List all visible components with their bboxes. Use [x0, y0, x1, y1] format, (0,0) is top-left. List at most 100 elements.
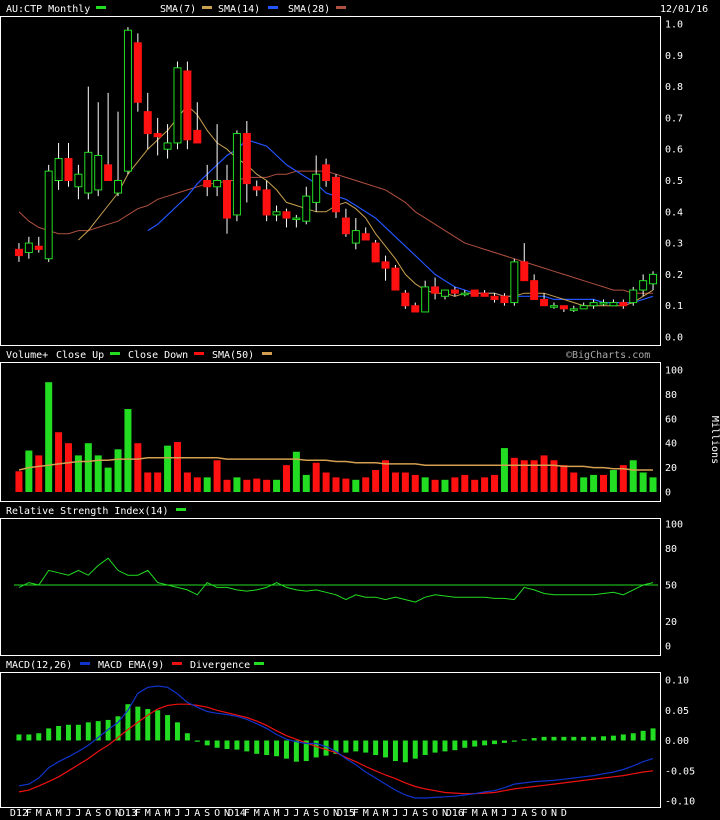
- volume-bar-down: [332, 477, 340, 492]
- candle-down: [282, 211, 291, 219]
- candle-down: [450, 289, 459, 294]
- candle-down: [332, 176, 340, 213]
- volume-bar-up: [273, 479, 281, 492]
- symbol-title: AU:CTP Monthly: [6, 4, 90, 15]
- candle-down: [470, 289, 479, 297]
- x-tick-label: M: [56, 808, 62, 819]
- candle-down: [64, 158, 73, 181]
- volume-bar-up: [590, 474, 598, 492]
- x-tick-label: O: [541, 808, 547, 819]
- divergence-bar: [204, 740, 210, 746]
- candle-up: [163, 142, 172, 150]
- divergence-bar: [254, 740, 260, 754]
- legend-swatch-sma28: [336, 6, 346, 9]
- candle-up: [173, 67, 182, 144]
- candle-up: [114, 180, 123, 194]
- candle-up: [579, 305, 588, 310]
- candle-up: [54, 158, 63, 181]
- x-tick-label: M: [363, 808, 369, 819]
- divergence-bar: [363, 740, 369, 753]
- legend-swatch-vol-sma: [262, 352, 272, 355]
- divergence-bar: [224, 740, 230, 749]
- divergence-bar: [343, 740, 349, 753]
- volume-bar-up: [25, 450, 33, 492]
- divergence-bar: [630, 733, 636, 741]
- volume-bar-down: [322, 472, 330, 492]
- x-tick-label: J: [65, 808, 71, 819]
- divergence-bar: [442, 740, 448, 752]
- candle-down: [252, 186, 261, 191]
- volume-bar-up: [500, 448, 508, 492]
- stock-chart: AU:CTP Monthly SMA(7) SMA(14) SMA(28) 12…: [0, 0, 720, 820]
- x-tick-label: O: [214, 808, 220, 819]
- price-tick-label: 0.1: [665, 301, 683, 312]
- divergence-bar: [601, 736, 607, 741]
- x-tick-label: F: [462, 808, 468, 819]
- x-tick-label: J: [501, 808, 507, 819]
- candle-down: [143, 111, 152, 135]
- divergence-bar: [36, 733, 42, 741]
- volume-bar-down: [223, 479, 231, 492]
- volume-tick-label: 0: [665, 488, 671, 499]
- candle-down: [391, 267, 400, 291]
- rsi-tick-label: 50: [665, 581, 677, 592]
- divergence-bar: [462, 740, 468, 748]
- x-tick-label: J: [293, 808, 299, 819]
- divergence-bar: [492, 740, 498, 745]
- candle-up: [292, 217, 301, 221]
- candle-down: [381, 261, 390, 269]
- x-tick-label: A: [373, 808, 379, 819]
- candle-up: [599, 302, 608, 305]
- x-tick-label: M: [145, 808, 151, 819]
- x-tick-label: J: [174, 808, 180, 819]
- x-tick-label: M: [36, 808, 42, 819]
- chart-date: 12/01/16: [660, 4, 708, 15]
- candle-down: [401, 292, 410, 307]
- volume-tick-label: 80: [665, 390, 677, 401]
- divergence-bar: [551, 736, 557, 741]
- volume-bar-down: [471, 479, 479, 492]
- macd-ema-label: MACD EMA(9): [98, 660, 164, 671]
- x-tick-label: J: [511, 808, 517, 819]
- divergence-bar: [293, 740, 299, 762]
- macd-tick-label: 0.05: [665, 706, 689, 717]
- volume-sma-label: SMA(50): [212, 350, 254, 361]
- volume-bar-down: [362, 477, 370, 492]
- candle-down: [203, 180, 212, 188]
- candle-up: [569, 308, 578, 311]
- x-tick-label: J: [402, 808, 408, 819]
- volume-bar-down: [144, 472, 152, 492]
- candle-down: [262, 189, 271, 216]
- volume-bar-down: [481, 477, 489, 492]
- volume-bar-down: [193, 477, 201, 492]
- volume-bar-down: [312, 462, 320, 492]
- price-tick-label: 0.0: [665, 333, 683, 344]
- volume-bar-up: [84, 443, 92, 492]
- candle-up: [421, 286, 430, 313]
- macd-tick-label: 0.10: [665, 676, 689, 687]
- divergence-bar: [591, 736, 597, 741]
- volume-bar-down: [342, 478, 350, 492]
- volume-bar-down: [491, 474, 499, 492]
- volume-tick-label: 100: [665, 366, 683, 377]
- volume-bar-up: [164, 445, 172, 492]
- volume-bar-up: [639, 472, 647, 492]
- watermark: ©BigCharts.com: [566, 350, 650, 361]
- divergence-bar: [531, 738, 537, 741]
- divergence-bar: [75, 724, 81, 741]
- divergence-bar: [46, 728, 52, 741]
- divergence-bar: [323, 740, 329, 756]
- volume-bar-down: [263, 479, 271, 492]
- volume-bar-up: [352, 479, 360, 492]
- x-tick-label: F: [244, 808, 250, 819]
- volume-bar-down: [411, 474, 419, 492]
- divergence-bar: [452, 740, 458, 751]
- divergence-bar: [165, 715, 171, 741]
- candle-down: [223, 180, 232, 219]
- price-tick-label: 1.0: [665, 20, 683, 31]
- volume-bar-down: [282, 465, 290, 492]
- macd-tick-label: 0.00: [665, 736, 689, 747]
- legend-swatch-macd-ema: [172, 662, 182, 665]
- candle-up: [510, 261, 519, 304]
- x-tick-label: S: [531, 808, 537, 819]
